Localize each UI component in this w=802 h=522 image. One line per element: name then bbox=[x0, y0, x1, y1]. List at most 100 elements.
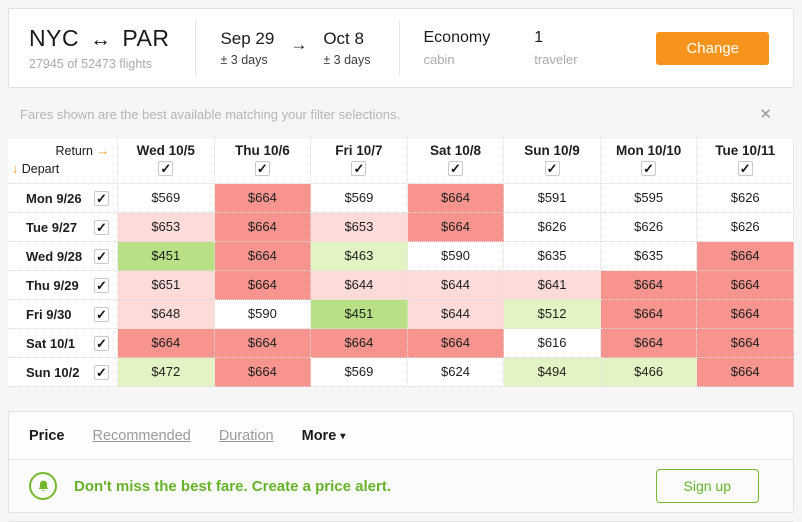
fare-cell[interactable]: $635 bbox=[601, 242, 698, 271]
fare-cell[interactable]: $590 bbox=[408, 242, 505, 271]
cabin-value: Economy bbox=[424, 29, 491, 47]
fare-cell[interactable]: $591 bbox=[504, 184, 601, 213]
route-block: NYC ↔ PAR 27945 of 52473 flights bbox=[9, 25, 195, 71]
row-checkbox[interactable]: ✓ bbox=[94, 365, 109, 380]
column-header-label: Thu 10/6 bbox=[215, 143, 311, 158]
price-alert-message: Don't miss the best fare. Create a price… bbox=[74, 478, 391, 495]
fare-cell[interactable]: $664 bbox=[408, 329, 505, 358]
fare-cell[interactable]: $664 bbox=[215, 358, 312, 387]
fare-cell[interactable]: $664 bbox=[215, 329, 312, 358]
column-checkbox[interactable]: ✓ bbox=[738, 161, 753, 176]
fare-cell[interactable]: $451 bbox=[118, 242, 215, 271]
destination-code: PAR bbox=[122, 25, 169, 51]
fare-cell[interactable]: $626 bbox=[697, 213, 794, 242]
fare-cell[interactable]: $590 bbox=[215, 300, 312, 329]
return-column-header: Sat 10/8 ✓ bbox=[408, 138, 505, 184]
fare-cell[interactable]: $651 bbox=[118, 271, 215, 300]
fare-cell[interactable]: $664 bbox=[215, 242, 312, 271]
fare-cell[interactable]: $644 bbox=[408, 271, 505, 300]
row-checkbox[interactable]: ✓ bbox=[94, 249, 109, 264]
fare-cell[interactable]: $664 bbox=[601, 329, 698, 358]
fare-cell[interactable]: $648 bbox=[118, 300, 215, 329]
row-header-label: Tue 9/27 bbox=[26, 220, 77, 235]
cabin-block: Economy cabin bbox=[424, 29, 491, 67]
fare-cell[interactable]: $664 bbox=[215, 271, 312, 300]
fare-cell[interactable]: $569 bbox=[311, 358, 408, 387]
column-checkbox[interactable]: ✓ bbox=[351, 161, 366, 176]
row-checkbox[interactable]: ✓ bbox=[94, 336, 109, 351]
column-checkbox[interactable]: ✓ bbox=[545, 161, 560, 176]
fare-cell[interactable]: $664 bbox=[697, 242, 794, 271]
depart-flex: ± 3 days bbox=[220, 53, 274, 67]
column-checkbox[interactable]: ✓ bbox=[158, 161, 173, 176]
fare-cell[interactable]: $664 bbox=[697, 271, 794, 300]
row-header-label: Thu 9/29 bbox=[26, 278, 79, 293]
price-alert-banner: Don't miss the best fare. Create a price… bbox=[9, 459, 793, 512]
flights-count: 27945 of 52473 flights bbox=[29, 57, 169, 71]
fare-cell[interactable]: $626 bbox=[504, 213, 601, 242]
column-header-label: Tue 10/11 bbox=[697, 143, 793, 158]
fare-cell[interactable]: $494 bbox=[504, 358, 601, 387]
fare-cell[interactable]: $472 bbox=[118, 358, 215, 387]
column-header-label: Wed 10/5 bbox=[118, 143, 214, 158]
fare-cell[interactable]: $653 bbox=[311, 213, 408, 242]
fare-cell[interactable]: $664 bbox=[408, 213, 505, 242]
cabin-label: cabin bbox=[424, 52, 491, 67]
tab-recommended[interactable]: Recommended bbox=[92, 428, 190, 444]
fare-cell[interactable]: $624 bbox=[408, 358, 505, 387]
depart-date-block: Sep 29 ± 3 days bbox=[220, 29, 274, 67]
fare-cell[interactable]: $463 bbox=[311, 242, 408, 271]
row-checkbox[interactable]: ✓ bbox=[94, 278, 109, 293]
fare-cell[interactable]: $569 bbox=[311, 184, 408, 213]
depart-date: Sep 29 bbox=[220, 29, 274, 49]
tab-price[interactable]: Price bbox=[29, 428, 64, 444]
tab-more[interactable]: More ▾ bbox=[302, 428, 346, 444]
origin-code: NYC bbox=[29, 25, 79, 51]
column-checkbox[interactable]: ✓ bbox=[255, 161, 270, 176]
fare-cell[interactable]: $595 bbox=[601, 184, 698, 213]
fare-cell[interactable]: $664 bbox=[215, 184, 312, 213]
fare-cell[interactable]: $644 bbox=[311, 271, 408, 300]
fare-cell[interactable]: $664 bbox=[697, 300, 794, 329]
fare-cell[interactable]: $664 bbox=[215, 213, 312, 242]
fare-cell[interactable]: $664 bbox=[118, 329, 215, 358]
filter-notice-text: Fares shown are the best available match… bbox=[20, 107, 400, 122]
fare-cell[interactable]: $664 bbox=[601, 300, 698, 329]
fare-cell[interactable]: $664 bbox=[601, 271, 698, 300]
fare-cell[interactable]: $512 bbox=[504, 300, 601, 329]
fare-cell[interactable]: $644 bbox=[408, 300, 505, 329]
return-date-block: Oct 8 ± 3 days bbox=[323, 29, 370, 67]
row-checkbox[interactable]: ✓ bbox=[94, 307, 109, 322]
fare-cell[interactable]: $569 bbox=[118, 184, 215, 213]
fare-cell[interactable]: $664 bbox=[311, 329, 408, 358]
fare-cell[interactable]: $653 bbox=[118, 213, 215, 242]
fare-cell[interactable]: $626 bbox=[601, 213, 698, 242]
fare-cell[interactable]: $616 bbox=[504, 329, 601, 358]
fare-cell[interactable]: $664 bbox=[697, 358, 794, 387]
matrix-corner-cell: Return → ↓ Depart bbox=[8, 138, 118, 184]
fare-cell[interactable]: $641 bbox=[504, 271, 601, 300]
row-checkbox[interactable]: ✓ bbox=[94, 191, 109, 206]
return-arrow-icon: → bbox=[97, 144, 110, 158]
depart-arrow-icon: ↓ bbox=[12, 162, 18, 176]
column-checkbox[interactable]: ✓ bbox=[641, 161, 656, 176]
fare-cell[interactable]: $664 bbox=[697, 329, 794, 358]
fare-cell[interactable]: $466 bbox=[601, 358, 698, 387]
tab-duration[interactable]: Duration bbox=[219, 428, 274, 444]
row-checkbox[interactable]: ✓ bbox=[94, 220, 109, 235]
fare-cell[interactable]: $626 bbox=[697, 184, 794, 213]
depart-row-header: Sun 10/2✓ bbox=[8, 358, 118, 387]
close-icon[interactable]: ✕ bbox=[759, 105, 772, 123]
round-trip-arrow-icon: ↔ bbox=[86, 28, 116, 51]
sign-up-button[interactable]: Sign up bbox=[656, 469, 759, 503]
bell-icon bbox=[29, 472, 57, 500]
fare-cell[interactable]: $664 bbox=[408, 184, 505, 213]
fare-cell[interactable]: $451 bbox=[311, 300, 408, 329]
fare-cell[interactable]: $635 bbox=[504, 242, 601, 271]
column-checkbox[interactable]: ✓ bbox=[448, 161, 463, 176]
column-header-label: Sat 10/8 bbox=[408, 143, 504, 158]
filter-notice: Fares shown are the best available match… bbox=[0, 88, 802, 137]
date-arrow-icon: → bbox=[274, 29, 323, 55]
change-button[interactable]: Change bbox=[656, 32, 769, 65]
route-title: NYC ↔ PAR bbox=[29, 25, 169, 52]
